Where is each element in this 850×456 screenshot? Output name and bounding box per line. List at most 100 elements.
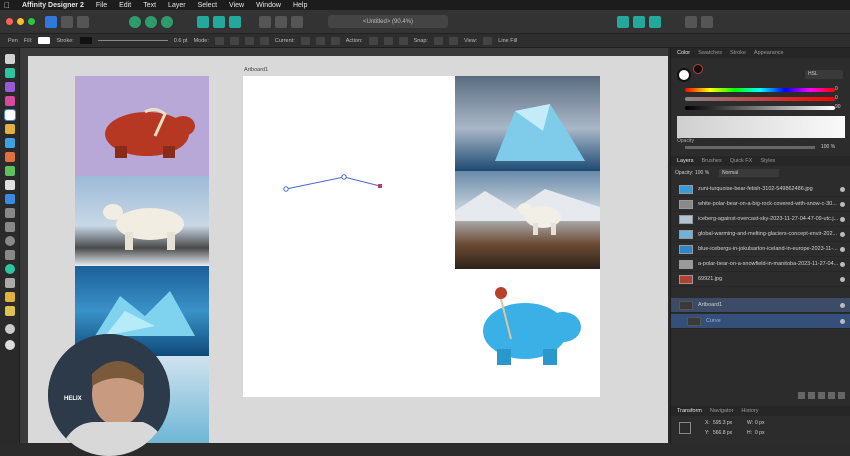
more-tools-icon[interactable] [701, 15, 713, 28]
layer-opacity-value[interactable]: 100 % [695, 170, 709, 176]
stroke-width-value[interactable]: 0.6 pt [174, 38, 188, 44]
menu-help[interactable]: Help [293, 2, 307, 9]
point-transform-icon[interactable] [5, 96, 15, 106]
adjustment-icon[interactable] [818, 391, 825, 399]
tab-quick-fx[interactable]: Quick FX [730, 158, 753, 164]
designer-persona-icon[interactable] [45, 15, 57, 28]
vertical-ruler[interactable] [20, 56, 28, 443]
snap-button[interactable] [433, 36, 443, 45]
layer-row[interactable]: zuni-turquoise-bear-fetish-3102-54986248… [671, 182, 850, 197]
flip-icon[interactable] [649, 15, 661, 28]
vector-brush-icon[interactable] [5, 138, 15, 148]
zoom-window-button[interactable] [28, 18, 35, 25]
transparency-tool-icon[interactable] [5, 180, 15, 190]
hue-value[interactable]: 0 [835, 86, 838, 92]
transform-x-value[interactable]: 595.3 px [713, 420, 732, 426]
line-fill-label[interactable]: Line Fill [498, 38, 517, 44]
zoom-tool-icon[interactable] [5, 324, 15, 334]
smart-mode-button[interactable] [229, 36, 239, 45]
menu-layer[interactable]: Layer [168, 2, 186, 9]
boolean-intersect-icon[interactable] [291, 15, 303, 28]
menu-view[interactable]: View [229, 2, 244, 9]
close-curve-button[interactable] [368, 36, 378, 45]
tab-history[interactable]: History [741, 408, 758, 414]
visibility-icon[interactable] [840, 261, 845, 267]
shape-tool-icon[interactable] [5, 250, 15, 260]
image-polar-bear-rock[interactable] [455, 171, 600, 269]
pencil-tool-icon[interactable] [5, 124, 15, 134]
artistic-text-icon[interactable] [5, 264, 15, 274]
arrange-icon[interactable] [633, 15, 645, 28]
mask-layer-icon[interactable] [808, 391, 815, 399]
pixel-persona-icon[interactable] [61, 15, 73, 28]
image-red-bear-fetish[interactable] [75, 76, 209, 176]
distribute-icon[interactable] [229, 15, 241, 28]
saturation-value[interactable]: 0 [835, 95, 838, 101]
transform-h-value[interactable]: 0 px [755, 430, 764, 436]
snap-options-button[interactable] [448, 36, 458, 45]
pen-mode-button[interactable] [214, 36, 224, 45]
color-gradient-box[interactable] [677, 116, 845, 138]
menu-text[interactable]: Text [143, 2, 156, 9]
saturation-slider[interactable] [685, 97, 835, 101]
opacity-value[interactable]: 100 % [821, 144, 835, 150]
lightness-slider[interactable] [685, 106, 835, 110]
smooth-node-button[interactable] [315, 36, 325, 45]
close-window-button[interactable] [6, 18, 13, 25]
hue-slider[interactable] [685, 88, 835, 92]
menu-app-name[interactable]: Affinity Designer 2 [22, 2, 84, 9]
layer-row-artboard[interactable]: Artboard1 [671, 298, 850, 313]
stroke-swatch[interactable] [79, 37, 92, 44]
transform-w-value[interactable]: 0 px [755, 420, 764, 426]
layer-row[interactable]: a-polar-bear-on-a-snowfield-in-manitoba-… [671, 257, 850, 272]
corner-tool-icon[interactable] [5, 82, 15, 92]
color-picker-icon[interactable] [145, 15, 157, 28]
opacity-slider[interactable] [685, 146, 815, 149]
paint-brush-icon[interactable] [5, 152, 15, 162]
tab-navigator[interactable]: Navigator [710, 408, 734, 414]
smooth-curve-button[interactable] [383, 36, 393, 45]
fill-swatch[interactable] [38, 37, 51, 44]
visibility-icon[interactable] [840, 186, 845, 192]
crop-tool-icon[interactable] [5, 208, 15, 218]
rectangle-tool-icon[interactable] [5, 222, 15, 232]
blend-mode-select[interactable]: Normal [719, 169, 779, 177]
pen-tool-icon[interactable] [4, 109, 16, 121]
boolean-add-icon[interactable] [259, 15, 271, 28]
menu-edit[interactable]: Edit [119, 2, 131, 9]
tab-transform[interactable]: Transform [677, 408, 702, 414]
tab-color[interactable]: Color [677, 50, 690, 56]
visibility-icon[interactable] [840, 276, 845, 282]
menu-file[interactable]: File [96, 2, 107, 9]
tab-appearance[interactable]: Appearance [754, 50, 784, 56]
layer-row[interactable]: global-warming-and-melting-glaciers-conc… [671, 227, 850, 242]
visibility-icon[interactable] [840, 231, 845, 237]
snapping-icon[interactable] [161, 15, 173, 28]
visibility-icon[interactable] [840, 216, 845, 222]
visibility-icon[interactable] [840, 201, 845, 207]
menu-select[interactable]: Select [198, 2, 217, 9]
layer-row-curve[interactable]: Curve [671, 314, 850, 329]
color-model-select[interactable]: HSL [805, 70, 843, 79]
tab-stroke[interactable]: Stroke [730, 50, 746, 56]
join-curves-button[interactable] [398, 36, 408, 45]
tab-styles[interactable]: Styles [760, 158, 775, 164]
apple-icon[interactable]:  [4, 1, 10, 10]
image-polar-bear-walking[interactable] [75, 176, 209, 266]
visibility-icon[interactable] [840, 246, 845, 252]
insert-icon[interactable] [685, 15, 697, 28]
stroke-color-circle[interactable] [693, 64, 703, 74]
tab-layers[interactable]: Layers [677, 158, 694, 164]
smart-node-button[interactable] [330, 36, 340, 45]
visibility-icon[interactable] [840, 318, 845, 324]
export-persona-icon[interactable] [77, 15, 89, 28]
layer-row[interactable]: iceberg-against-overcast-sky-2023-11-27-… [671, 212, 850, 227]
fill-tool-icon[interactable] [5, 166, 15, 176]
menu-window[interactable]: Window [256, 2, 281, 9]
layer-row[interactable]: blue-icebergs-in-jokulsarlon-iceland-in-… [671, 242, 850, 257]
tab-brushes[interactable]: Brushes [702, 158, 722, 164]
fill-color-circle[interactable] [677, 68, 691, 82]
image-turquoise-bear-fetish[interactable] [455, 269, 600, 397]
layer-row[interactable]: 69921.jpg [671, 272, 850, 287]
place-image-icon[interactable] [5, 194, 15, 204]
